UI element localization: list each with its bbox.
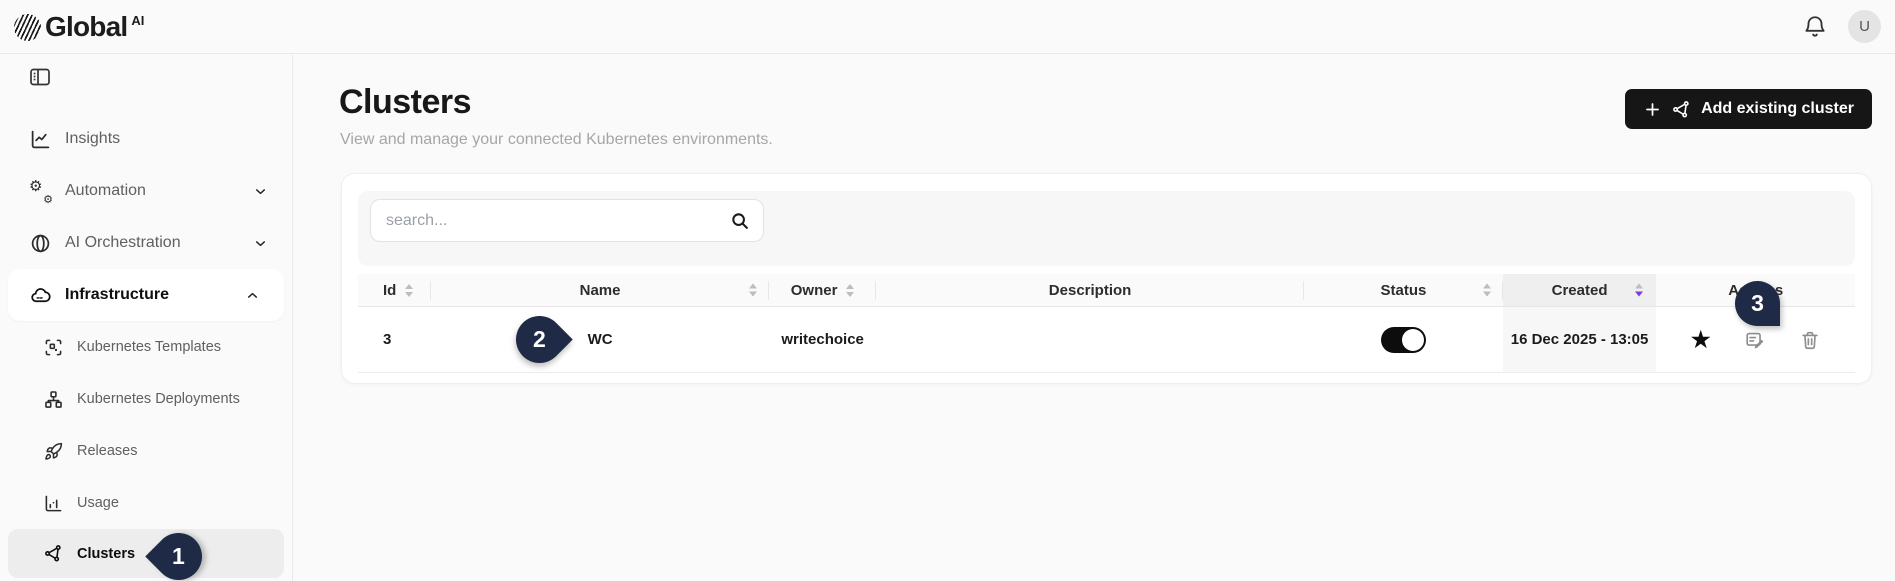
sidebar-item-kubernetes-deployments[interactable]: Kubernetes Deployments: [0, 373, 292, 425]
globe-logo-icon: [14, 14, 41, 41]
cloud-icon: [30, 285, 51, 306]
chevron-up-icon: [245, 288, 260, 303]
column-header-owner[interactable]: Owner: [769, 274, 876, 306]
brand-suffix: AI: [131, 13, 144, 28]
table-row: 3 WC writechoice 16 Dec 2025 - 13:05 ★: [358, 307, 1855, 373]
template-scan-icon: [44, 338, 63, 357]
clusters-card: Id Name Owner Description Status: [341, 173, 1872, 384]
sidebar-item-label: Kubernetes Templates: [77, 339, 221, 355]
bar-chart-icon: [44, 494, 63, 513]
search-input[interactable]: [371, 200, 763, 241]
sidebar-item-usage[interactable]: Usage: [0, 477, 292, 529]
column-header-created[interactable]: Created: [1503, 274, 1657, 306]
sidebar-item-automation[interactable]: ⚙⚙ Automation: [0, 165, 292, 217]
column-header-id[interactable]: Id: [358, 274, 431, 306]
column-label: Description: [1049, 282, 1132, 299]
top-bar: Global AI U: [0, 0, 1895, 54]
column-label: Name: [580, 282, 621, 299]
sort-icon[interactable]: [749, 284, 757, 297]
cell-status: [1304, 307, 1503, 372]
column-header-status[interactable]: Status: [1304, 274, 1503, 306]
page-title: Clusters: [339, 83, 471, 122]
gears-icon: ⚙⚙: [30, 181, 51, 202]
sidebar: Insights ⚙⚙ Automation AI Orchestration: [0, 55, 293, 581]
sidebar-item-label: Usage: [77, 495, 119, 511]
sidebar-collapse-icon[interactable]: [28, 65, 52, 89]
user-avatar[interactable]: U: [1848, 10, 1881, 43]
column-label: Id: [383, 282, 396, 299]
cluster-network-icon: [44, 544, 63, 563]
sort-icon[interactable]: [405, 284, 413, 297]
network-nodes-icon: [44, 390, 63, 409]
sidebar-item-label: AI Orchestration: [65, 234, 181, 252]
cell-description: [876, 307, 1304, 372]
add-existing-cluster-button[interactable]: Add existing cluster: [1625, 89, 1872, 129]
avatar-initial: U: [1859, 18, 1870, 35]
sidebar-item-infrastructure[interactable]: Infrastructure: [8, 269, 284, 321]
sidebar-item-clusters[interactable]: Clusters: [8, 529, 284, 578]
column-label: Status: [1381, 282, 1427, 299]
sort-icon-active[interactable]: [1635, 284, 1643, 297]
sidebar-item-label: Releases: [77, 443, 137, 459]
table-header-row: Id Name Owner Description Status: [358, 274, 1855, 307]
sidebar-item-ai-orchestration[interactable]: AI Orchestration: [0, 217, 292, 269]
sidebar-item-label: Infrastructure: [65, 286, 169, 304]
sidebar-item-label: Kubernetes Deployments: [77, 391, 240, 407]
sidebar-item-label: Clusters: [77, 546, 135, 562]
rocket-icon: [44, 442, 63, 461]
delete-trash-icon[interactable]: [1799, 329, 1821, 351]
column-header-description: Description: [876, 274, 1304, 306]
cluster-network-icon: [1672, 100, 1691, 119]
sort-icon[interactable]: [1483, 284, 1491, 297]
sidebar-item-label: Automation: [65, 182, 146, 200]
cell-created: 16 Dec 2025 - 13:05: [1503, 307, 1657, 372]
status-toggle[interactable]: [1381, 327, 1426, 353]
add-button-label: Add existing cluster: [1701, 100, 1854, 118]
search-box: [370, 199, 764, 242]
sidebar-item-kubernetes-templates[interactable]: Kubernetes Templates: [0, 321, 292, 373]
sidebar-item-label: Insights: [65, 130, 120, 148]
column-label: Created: [1552, 282, 1608, 299]
column-header-name[interactable]: Name: [431, 274, 769, 306]
search-band: [358, 191, 1855, 266]
chevron-down-icon: [253, 236, 268, 251]
brand-logo: Global AI: [0, 10, 144, 44]
sort-icon[interactable]: [846, 284, 854, 297]
column-label: Owner: [791, 282, 838, 299]
chevron-down-icon: [253, 184, 268, 199]
plus-icon: [1643, 100, 1662, 119]
annotation-number: 2: [533, 326, 546, 353]
annotation-number: 1: [172, 543, 185, 570]
page-subtitle: View and manage your connected Kubernete…: [340, 131, 773, 149]
toggle-knob: [1402, 329, 1424, 351]
annotation-marker-3: 3: [1735, 281, 1780, 326]
chart-line-icon: [30, 129, 51, 150]
cell-owner: writechoice: [769, 307, 876, 372]
brand-name: Global: [45, 10, 127, 44]
edit-icon[interactable]: [1744, 329, 1766, 351]
annotation-number: 3: [1751, 290, 1764, 317]
favorite-star-icon[interactable]: ★: [1691, 329, 1711, 351]
notifications-bell-icon[interactable]: [1802, 14, 1828, 40]
search-icon[interactable]: [729, 210, 751, 232]
sidebar-item-insights[interactable]: Insights: [0, 113, 292, 165]
clusters-table: Id Name Owner Description Status: [358, 274, 1855, 373]
cell-name: WC: [431, 307, 769, 372]
cell-id: 3: [358, 307, 431, 372]
sphere-split-icon: [30, 233, 51, 254]
sidebar-item-releases[interactable]: Releases: [0, 425, 292, 477]
